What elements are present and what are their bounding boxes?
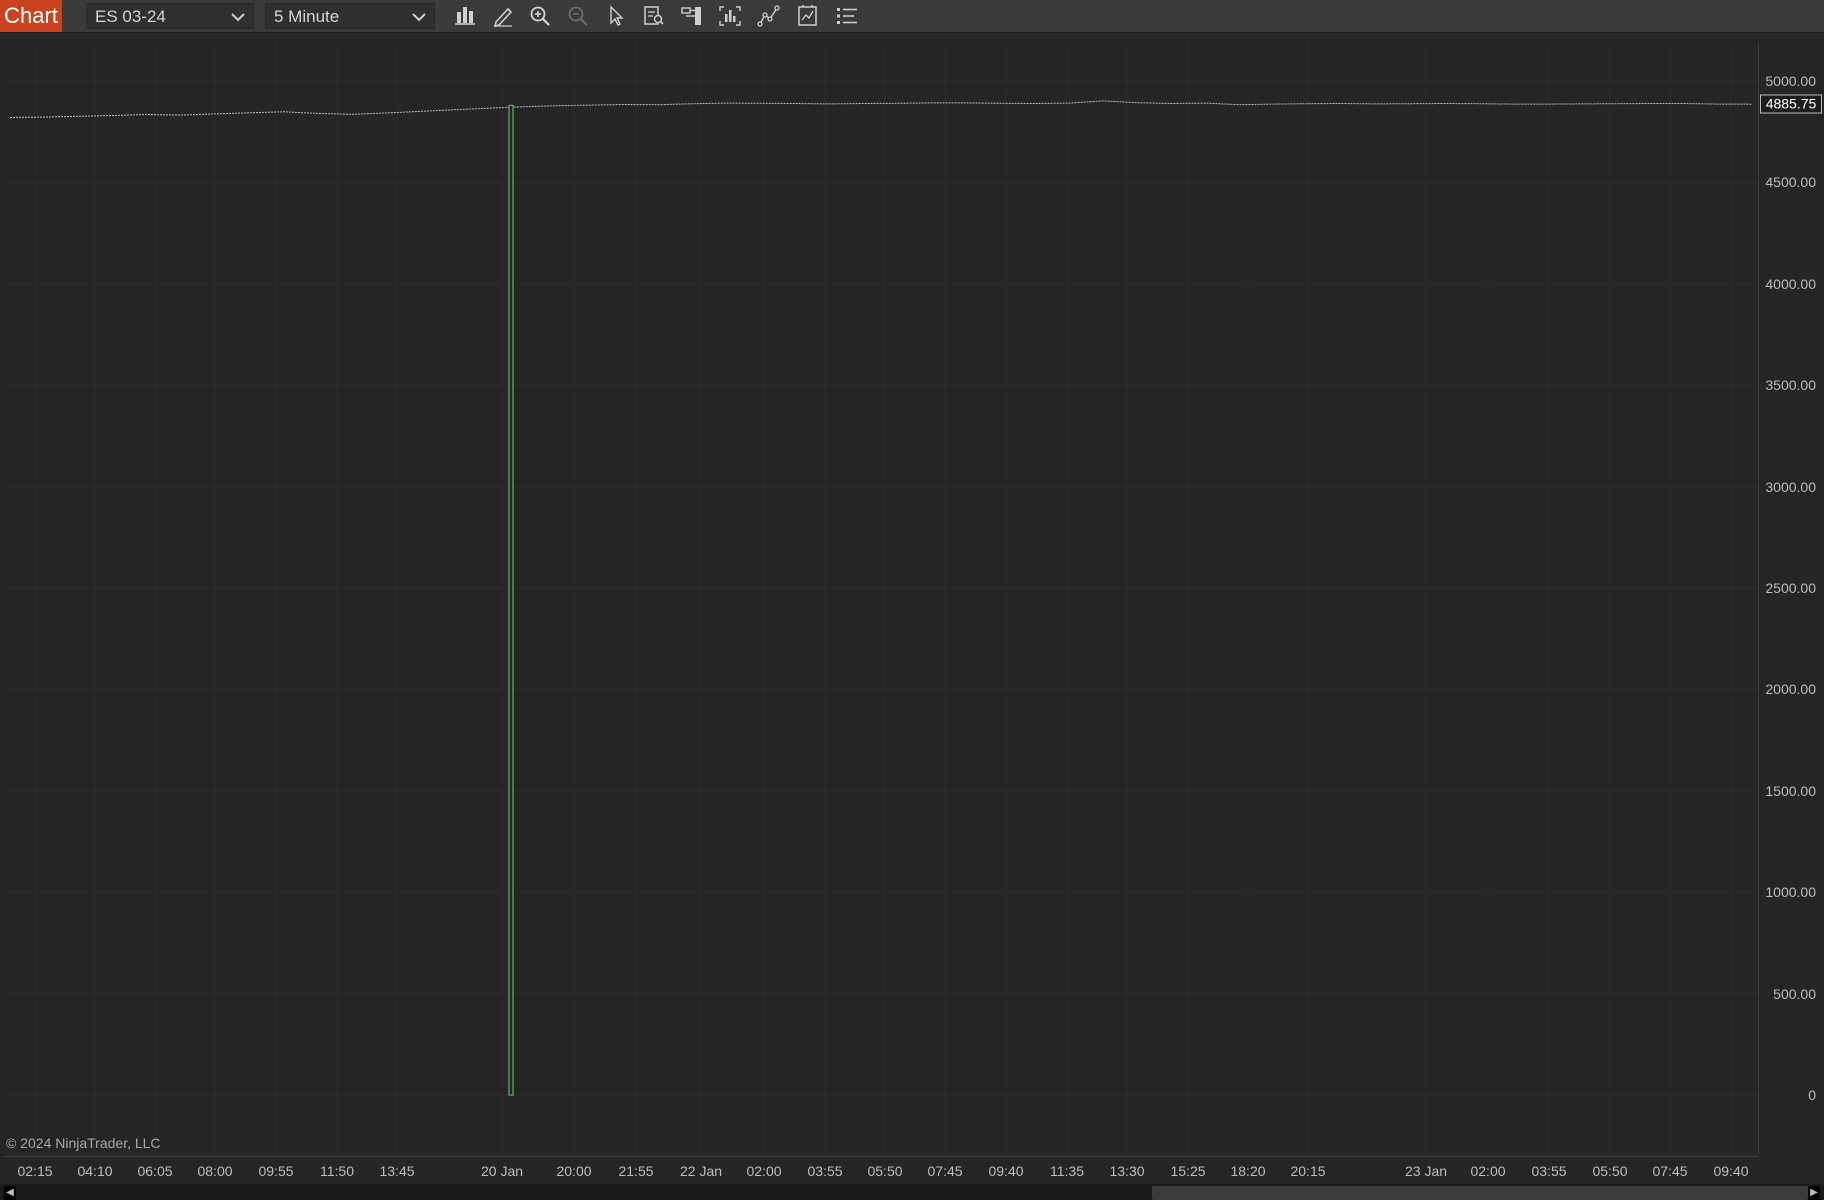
properties-list-icon[interactable]	[834, 4, 860, 28]
time-tick-label: 09:55	[258, 1163, 294, 1179]
copyright-notice: © 2024 NinjaTrader, LLC	[6, 1135, 161, 1151]
price-series-line	[9, 100, 1753, 118]
last-price-marker: 4885.75	[1760, 94, 1822, 114]
time-tick-label: 07:45	[1652, 1163, 1688, 1179]
horizontal-scrollbar[interactable]: ◀ ▶	[0, 1184, 1824, 1200]
time-tick-label: 07:45	[927, 1163, 963, 1179]
data-box-icon[interactable]	[641, 4, 667, 28]
scroll-thumb[interactable]	[1152, 1186, 1808, 1200]
time-tick-label: 09:40	[1713, 1163, 1749, 1179]
instrument-label: ES 03-24	[95, 7, 166, 26]
time-tick-label: 08:00	[197, 1163, 233, 1179]
time-tick-label: 20 Jan	[480, 1163, 524, 1179]
time-tick-label: 13:45	[379, 1163, 415, 1179]
price-tick-label: 3000.00	[1765, 478, 1816, 495]
bar-type-icon[interactable]	[452, 4, 478, 28]
chevron-down-icon	[231, 13, 245, 22]
price-tick-label: 500.00	[1773, 985, 1816, 1002]
time-tick-label: 20:15	[1290, 1163, 1326, 1179]
time-tick-label: 21:55	[618, 1163, 654, 1179]
price-axis[interactable]: 5000.00 4500.00 4000.00 3500.00 3000.00 2500.…	[1758, 42, 1824, 1155]
indicators-icon[interactable]	[717, 4, 743, 28]
time-tick-label: 11:35	[1050, 1163, 1084, 1179]
scroll-right-arrow-icon[interactable]: ▶	[1808, 1186, 1820, 1200]
time-tick-label: 03:55	[1531, 1163, 1567, 1179]
time-tick-label: 02:00	[1470, 1163, 1506, 1179]
spike-bar[interactable]	[508, 104, 514, 1096]
time-tick-label: 03:55	[807, 1163, 843, 1179]
time-tick-label: 05:50	[867, 1163, 903, 1179]
templates-icon[interactable]	[795, 4, 821, 28]
time-tick-label: 22 Jan	[679, 1163, 723, 1179]
cursor-pointer-icon[interactable]	[603, 4, 629, 28]
drawing-pencil-icon[interactable]	[490, 4, 516, 28]
time-tick-label: 05:50	[1592, 1163, 1628, 1179]
price-chart-panel[interactable]: © 2024 NinjaTrader, LLC	[4, 42, 1758, 1155]
interval-label: 5 Minute	[274, 7, 340, 26]
time-axis[interactable]: 02:15 04:10 06:05 08:00 09:55 11:50 13:45 20 Ja…	[4, 1156, 1758, 1185]
time-tick-label: 04:10	[77, 1163, 113, 1179]
price-plot[interactable]	[4, 42, 1758, 1155]
chart-toolbar: Chart ES 03-24 5 Minute	[0, 0, 1824, 33]
price-tick-label: 2000.00	[1765, 681, 1816, 698]
chevron-down-icon	[412, 13, 426, 22]
chart-trader-icon[interactable]	[679, 4, 705, 28]
zoom-out-icon[interactable]	[565, 4, 591, 28]
chart-tab[interactable]: Chart	[0, 0, 62, 32]
instrument-selector[interactable]: ES 03-24	[86, 3, 254, 29]
strategies-icon[interactable]	[756, 4, 782, 28]
time-tick-label: 11:50	[320, 1163, 354, 1179]
time-tick-label: 02:15	[17, 1163, 53, 1179]
price-tick-label: 2500.00	[1765, 580, 1816, 596]
time-tick-label: 09:40	[988, 1163, 1024, 1179]
price-tick-label: 5000.00	[1765, 73, 1816, 89]
time-tick-label: 06:05	[137, 1163, 173, 1179]
price-tick-label: 3500.00	[1765, 377, 1816, 394]
time-tick-label: 15:25	[1170, 1163, 1206, 1179]
price-tick-label: 0	[1808, 1087, 1816, 1103]
price-tick-label: 4500.00	[1765, 174, 1816, 191]
zoom-in-icon[interactable]	[527, 4, 553, 28]
price-tick-label: 4000.00	[1765, 275, 1816, 292]
time-tick-label: 23 Jan	[1404, 1163, 1448, 1179]
time-tick-label: 13:30	[1109, 1163, 1145, 1179]
time-tick-label: 18:20	[1230, 1163, 1266, 1179]
scroll-left-arrow-icon[interactable]: ◀	[4, 1186, 16, 1200]
price-tick-label: 1000.00	[1765, 884, 1816, 901]
price-tick-label: 1500.00	[1765, 782, 1816, 799]
time-tick-label: 20:00	[556, 1163, 592, 1179]
interval-selector[interactable]: 5 Minute	[265, 3, 435, 29]
time-tick-label: 02:00	[746, 1163, 782, 1179]
